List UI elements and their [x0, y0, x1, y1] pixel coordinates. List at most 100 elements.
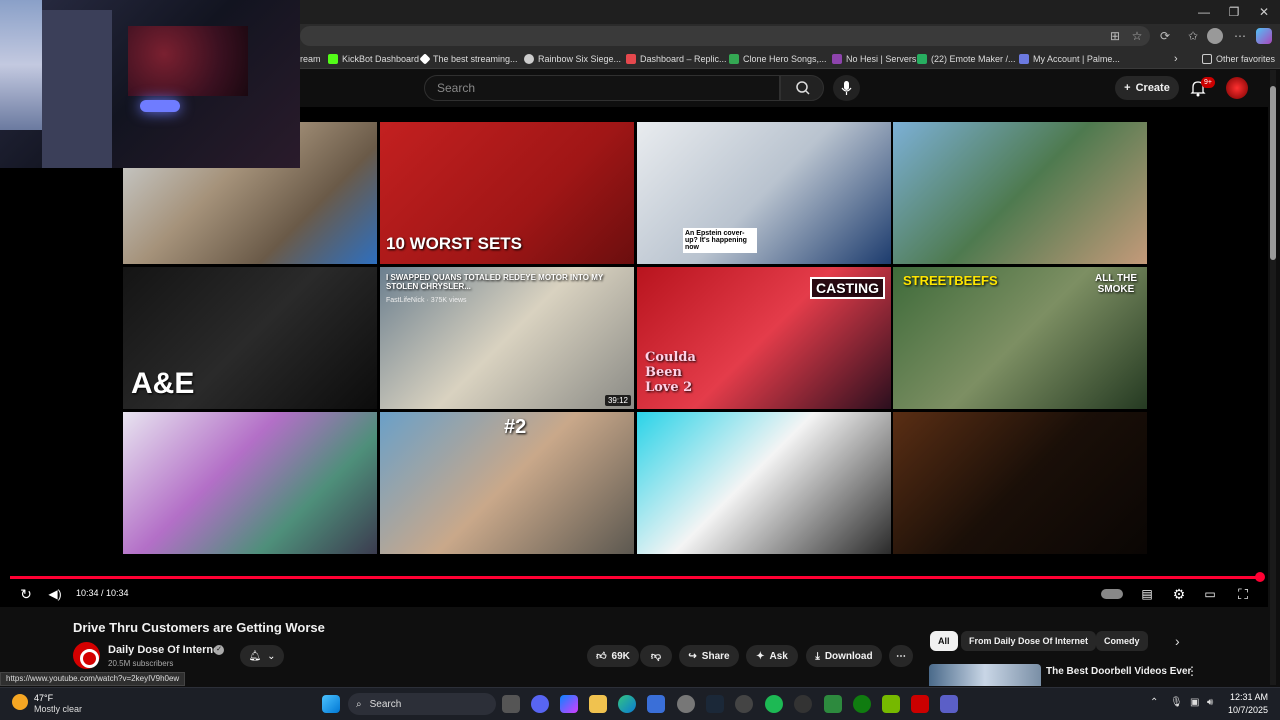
ask-button[interactable]: ✦ Ask	[746, 645, 798, 667]
nvidia-icon[interactable]	[882, 695, 900, 713]
end-screen-video-tile[interactable]	[893, 122, 1147, 264]
weather-moon-icon[interactable]	[12, 694, 28, 710]
close-button[interactable]: ✕	[1250, 2, 1278, 22]
split-screen-icon[interactable]: ⊞	[1106, 27, 1124, 45]
bookmark-item[interactable]: KickBot Dashboard	[328, 51, 419, 67]
recommendation-title[interactable]: The Best Doorbell Videos Ever	[1046, 666, 1191, 677]
end-screen-video-tile[interactable]: An Epstein cover-up? It's happening now	[637, 122, 891, 264]
tray-chevron-up-icon[interactable]: ⌃	[1150, 697, 1158, 708]
chip-from-channel[interactable]: From Daily Dose Of Internet	[961, 631, 1097, 651]
address-bar[interactable]	[300, 26, 1150, 46]
end-screen-video-tile[interactable]	[637, 412, 891, 554]
channel-avatar[interactable]	[73, 642, 100, 669]
tile-overlay-text: I SWAPPED QUANS TOTALED REDEYE MOTOR INT…	[386, 273, 604, 291]
search-input[interactable]: Search	[424, 75, 780, 101]
dislike-button[interactable]: 👎︎	[640, 645, 672, 667]
chevron-right-icon[interactable]: ›	[1175, 633, 1180, 649]
bookmark-item[interactable]: Dashboard – Replic...	[626, 51, 727, 67]
bookmark-item[interactable]: My Account | Palme...	[1019, 51, 1120, 67]
end-screen-video-tile[interactable]: #2	[380, 412, 634, 554]
video-duration-badge: 39:12	[604, 395, 631, 406]
end-screen-video-tile[interactable]: STREETBEEFS ALL THE SMOKE	[893, 267, 1147, 409]
weather-temperature[interactable]: 47°F	[34, 693, 53, 703]
share-button[interactable]: ↪ Share	[679, 645, 739, 667]
app-icon[interactable]	[940, 695, 958, 713]
spotify-icon[interactable]	[765, 695, 783, 713]
bookmark-item[interactable]: (22) Emote Maker /...	[917, 51, 1016, 67]
recommendation-thumbnail[interactable]	[929, 664, 1041, 686]
channel-name[interactable]: Daily Dose Of Internet	[108, 644, 223, 656]
bookmark-item[interactable]: ream	[300, 51, 321, 67]
search-button[interactable]	[780, 75, 824, 101]
end-screen-video-tile[interactable]	[123, 412, 377, 554]
voice-search-button[interactable]	[833, 75, 860, 101]
time-display: 10:34 / 10:34	[76, 588, 129, 598]
microphone-tray-icon[interactable]: 🎙︎	[1170, 697, 1183, 708]
no-hesi-icon	[832, 54, 842, 64]
create-button[interactable]: + Create	[1115, 76, 1179, 100]
extensions-icon[interactable]: ⟳	[1156, 27, 1174, 45]
weather-description[interactable]: Mostly clear	[34, 704, 82, 714]
download-button[interactable]: ⤓ Download	[806, 645, 882, 667]
obs-icon[interactable]	[677, 695, 695, 713]
scrollbar-thumb[interactable]	[1270, 86, 1276, 260]
bookmark-item[interactable]: The best streaming...	[419, 51, 518, 67]
subtitles-icon[interactable]: ▤	[1137, 584, 1157, 604]
network-icon[interactable]: ▣	[1190, 697, 1199, 708]
clock-time[interactable]: 12:31 AM	[1224, 692, 1268, 702]
chip-all[interactable]: All	[930, 631, 958, 651]
github-icon[interactable]	[735, 695, 753, 713]
more-actions-button[interactable]: ⋯	[889, 645, 913, 667]
steam-icon[interactable]	[706, 695, 724, 713]
favorite-star-icon[interactable]: ☆	[1128, 27, 1146, 45]
end-screen-video-tile[interactable]: I SWAPPED QUANS TOTALED REDEYE MOTOR INT…	[380, 267, 634, 409]
bookmark-item[interactable]: Rainbow Six Siege...	[524, 51, 621, 67]
4k-downloader-icon[interactable]	[794, 695, 812, 713]
end-screen-video-tile[interactable]: 10 WORST SETS	[380, 122, 634, 264]
theater-mode-icon[interactable]: ▭	[1200, 584, 1220, 604]
restore-button[interactable]: ❐	[1220, 2, 1248, 22]
volume-icon[interactable]: ◀)	[45, 584, 65, 604]
volume-tray-icon[interactable]: 🔊︎	[1207, 697, 1213, 708]
adobe-icon[interactable]	[911, 695, 929, 713]
autoplay-toggle[interactable]	[1101, 589, 1123, 599]
store-icon[interactable]	[647, 695, 665, 713]
fullscreen-icon[interactable]: ⛶	[1233, 584, 1253, 604]
replay-icon[interactable]: ↻	[16, 584, 36, 604]
file-explorer-icon[interactable]	[589, 695, 607, 713]
chip-comedy[interactable]: Comedy	[1096, 631, 1148, 651]
clock-date[interactable]: 10/7/2025	[1224, 705, 1268, 715]
bell-icon: 🔔︎	[248, 650, 262, 662]
other-favorites[interactable]: Other favorites	[1202, 51, 1275, 67]
recommendation-menu-icon[interactable]: ⋮	[1186, 664, 1198, 678]
status-url: https://www.youtube.com/watch?v=2keyIV9h…	[0, 672, 186, 686]
taskbar-search[interactable]: ⌕ Search	[348, 693, 496, 715]
subscription-bell-button[interactable]: 🔔︎ ⌄	[240, 645, 284, 667]
bookmark-item[interactable]: No Hesi | Servers	[832, 51, 916, 67]
mic-icon	[841, 81, 852, 95]
video-title: Drive Thru Customers are Getting Worse	[73, 620, 325, 635]
chevron-right-icon[interactable]: ›	[1174, 51, 1178, 67]
end-screen-video-tile[interactable]: A&E	[123, 267, 377, 409]
xbox-icon[interactable]	[853, 695, 871, 713]
copilot-app-icon[interactable]	[560, 695, 578, 713]
plus-icon: +	[1124, 82, 1131, 94]
menu-ellipsis-icon[interactable]: ⋯	[1231, 27, 1249, 45]
windows-start-icon[interactable]	[322, 695, 340, 713]
account-avatar[interactable]	[1226, 77, 1248, 99]
copilot-icon[interactable]	[1256, 28, 1272, 44]
minimize-button[interactable]: —	[1190, 2, 1218, 22]
edge-icon[interactable]	[618, 695, 636, 713]
end-screen-video-tile[interactable]: CASTING Coulda Been Love 2	[637, 267, 891, 409]
task-view-icon[interactable]	[502, 695, 520, 713]
bookmark-item[interactable]: Clone Hero Songs,...	[729, 51, 827, 67]
progress-bar[interactable]	[10, 576, 1260, 579]
like-button[interactable]: 👍︎ 69K	[587, 645, 639, 667]
progress-scrubber[interactable]	[1255, 572, 1265, 582]
discord-icon[interactable]	[531, 695, 549, 713]
settings-gear-icon[interactable]: ⚙	[1169, 584, 1189, 604]
end-screen-video-tile[interactable]	[893, 412, 1147, 554]
b-app-icon[interactable]	[824, 695, 842, 713]
profile-icon[interactable]	[1207, 28, 1223, 44]
favorites-icon[interactable]: ✩	[1184, 27, 1202, 45]
